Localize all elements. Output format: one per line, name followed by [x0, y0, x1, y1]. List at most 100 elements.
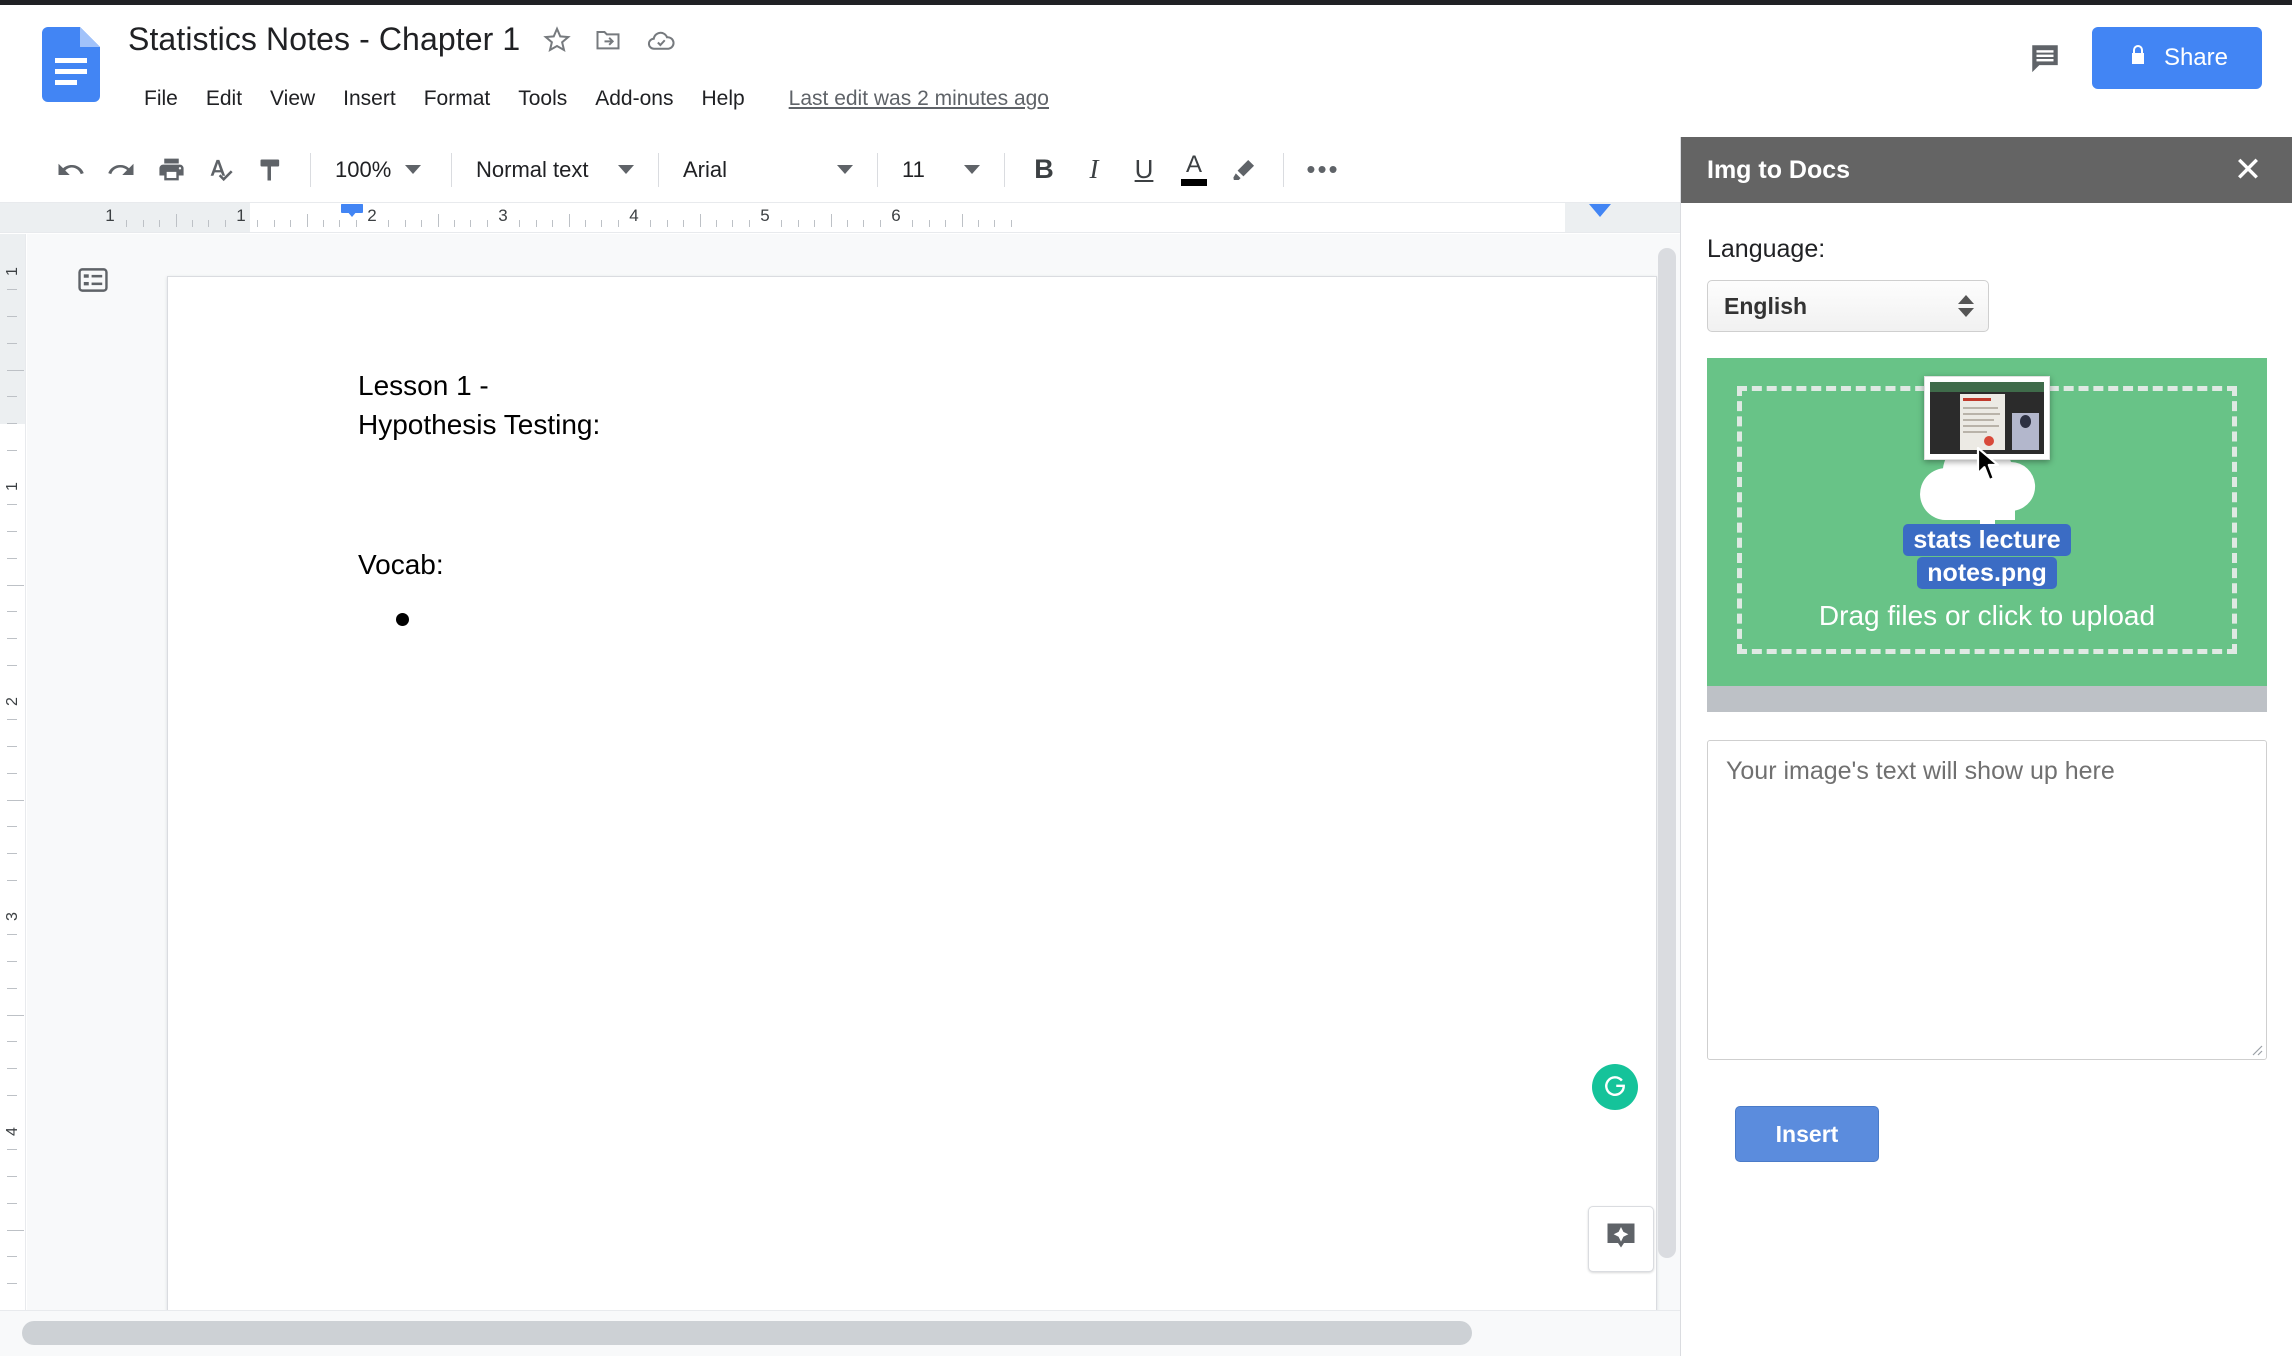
menu-edit[interactable]: Edit [192, 83, 256, 115]
ruler-tick [552, 220, 553, 227]
addon-panel-body: Language: English [1681, 203, 2292, 1162]
menu-format[interactable]: Format [410, 83, 505, 115]
editor-area: Lesson 1 - Hypothesis Testing: Vocab: [27, 234, 1680, 1310]
ruler-tick [405, 220, 406, 227]
document-outline-icon[interactable] [65, 254, 121, 306]
ruler-tick [208, 220, 209, 227]
explore-button[interactable] [1588, 1206, 1654, 1272]
resize-grip-icon[interactable] [2247, 1040, 2263, 1056]
ruler-tick [945, 220, 946, 227]
ruler-tick [192, 220, 193, 227]
text-color-button[interactable]: A [1169, 145, 1219, 195]
chevron-down-icon [405, 165, 421, 174]
ruler-tick [388, 220, 389, 227]
right-indent-marker[interactable] [1589, 204, 1611, 217]
ruler-number: 5 [760, 206, 769, 226]
horizontal-scrollbar-track[interactable] [0, 1310, 1680, 1356]
insert-button[interactable]: Insert [1735, 1106, 1879, 1162]
menu-view[interactable]: View [256, 83, 329, 115]
bullet-dot-icon [396, 613, 409, 626]
ruler-tick [978, 220, 979, 227]
paragraph-style-select[interactable]: Normal text [466, 146, 644, 194]
ruler-tick [667, 220, 668, 227]
document-line-1: Lesson 1 - [358, 367, 1536, 406]
document-bullet-item [358, 595, 1536, 626]
horizontal-ruler[interactable]: 1123456 [0, 203, 1680, 233]
document-page[interactable]: Lesson 1 - Hypothesis Testing: Vocab: [167, 276, 1657, 1310]
ruler-tick [700, 214, 701, 227]
vertical-ruler[interactable]: 11234 [0, 234, 26, 1310]
explore-sparkle-icon [1603, 1219, 1639, 1260]
comment-icon[interactable] [2024, 37, 2066, 79]
language-select[interactable]: English [1707, 280, 1989, 332]
move-to-folder-icon[interactable] [594, 25, 624, 55]
ruler-number: 1 [105, 206, 114, 226]
title-row: Statistics Notes - Chapter 1 [128, 21, 676, 58]
vertical-ruler-tick [7, 1230, 24, 1231]
vertical-scrollbar[interactable] [1658, 248, 1676, 1258]
text-color-label: A [1186, 153, 1202, 177]
chevron-down-icon [618, 165, 634, 174]
ruler-tick [323, 220, 324, 227]
highlight-pen-icon[interactable] [1219, 145, 1269, 195]
ruler-tick [798, 220, 799, 227]
file-dropzone[interactable]: stats lecture notes.png Drag files or cl… [1707, 358, 2267, 686]
ruler-tick [536, 220, 537, 227]
ocr-result-textarea[interactable]: Your image's text will show up here [1707, 740, 2267, 1060]
star-icon[interactable] [542, 25, 572, 55]
italic-button[interactable]: I [1069, 145, 1119, 195]
vertical-ruler-tick [7, 289, 17, 290]
ruler-tick [290, 220, 291, 227]
spellcheck-icon[interactable] [196, 145, 246, 195]
redo-icon[interactable] [96, 145, 146, 195]
ruler-tick [257, 220, 258, 227]
document-body[interactable]: Lesson 1 - Hypothesis Testing: Vocab: [358, 367, 1536, 626]
document-line-2: Hypothesis Testing: [358, 406, 1536, 445]
ruler-number: 4 [629, 206, 638, 226]
lock-icon [2126, 43, 2150, 74]
paint-format-icon[interactable] [246, 145, 296, 195]
bold-button[interactable]: B [1019, 145, 1069, 195]
more-options-icon[interactable]: ••• [1298, 145, 1348, 195]
grammarly-icon[interactable] [1592, 1064, 1638, 1110]
ruler-tick [912, 220, 913, 227]
ruler-tick [831, 214, 832, 227]
menu-tools[interactable]: Tools [504, 83, 581, 115]
underline-button[interactable]: U [1119, 145, 1169, 195]
vertical-ruler-tick [7, 773, 17, 774]
menu-file[interactable]: File [130, 83, 192, 115]
ruler-number: 6 [891, 206, 900, 226]
menu-help[interactable]: Help [687, 83, 758, 115]
font-family-select[interactable]: Arial [673, 146, 863, 194]
share-button[interactable]: Share [2092, 27, 2262, 89]
close-icon[interactable]: ✕ [2228, 153, 2268, 187]
page-title[interactable]: Statistics Notes - Chapter 1 [128, 21, 520, 58]
language-value: English [1724, 293, 1807, 320]
left-indent-marker[interactable] [341, 204, 363, 217]
docs-logo-icon[interactable] [42, 27, 100, 102]
vertical-ruler-tick [7, 746, 17, 747]
ruler-tick [683, 220, 684, 227]
ruler-tick [601, 220, 602, 227]
ruler-tick [225, 220, 226, 227]
menu-insert[interactable]: Insert [329, 83, 410, 115]
menu-add-ons[interactable]: Add-ons [581, 83, 687, 115]
horizontal-scrollbar-thumb[interactable] [22, 1321, 1472, 1345]
addon-title: Img to Docs [1707, 156, 1850, 185]
ruler-tick [356, 220, 357, 227]
vertical-ruler-tick [7, 1041, 17, 1042]
last-edit-link[interactable]: Last edit was 2 minutes ago [789, 87, 1049, 111]
vertical-ruler-number: 3 [4, 912, 22, 921]
cloud-check-icon[interactable] [646, 25, 676, 55]
ruler-tick [487, 220, 488, 227]
vertical-ruler-tick [7, 1283, 17, 1284]
vertical-ruler-tick [7, 1203, 17, 1204]
zoom-select[interactable]: 100% [325, 146, 437, 194]
vertical-ruler-tick [7, 1256, 17, 1257]
undo-icon[interactable] [46, 145, 96, 195]
ruler-tick [994, 220, 995, 227]
toolbar-divider [877, 153, 878, 187]
font-size-select[interactable]: 11 [892, 146, 990, 194]
print-icon[interactable] [146, 145, 196, 195]
ruler-tick [438, 214, 439, 227]
